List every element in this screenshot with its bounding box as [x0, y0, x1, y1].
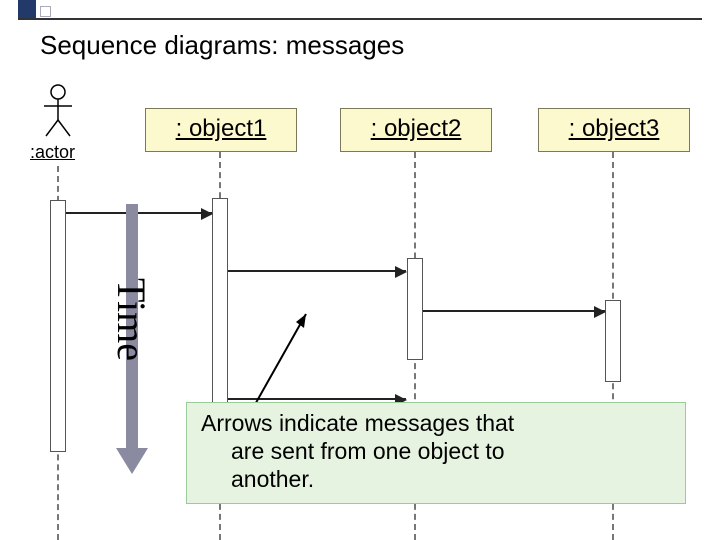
actor-label: :actor	[30, 142, 75, 163]
object-header-3: : object3	[538, 108, 690, 152]
arrowhead-icon	[395, 266, 407, 278]
activation-actor	[50, 200, 66, 452]
message-object2-to-object3	[423, 310, 605, 312]
message-actor-to-object1	[66, 212, 212, 214]
slide-canvas: Sequence diagrams: messages :actor : obj…	[0, 0, 720, 540]
object-header-2: : object2	[340, 108, 492, 152]
slide-top-rule	[18, 4, 702, 20]
hollow-square-icon	[40, 6, 51, 17]
caption-line1: Arrows indicate messages that	[201, 409, 671, 437]
activation-object3	[605, 300, 621, 382]
activation-object2	[407, 258, 423, 360]
time-arrow-head-icon	[116, 448, 148, 474]
object-header-1: : object1	[145, 108, 297, 152]
arrowhead-icon	[201, 208, 213, 220]
caption-line3: another.	[201, 465, 671, 493]
message-object1-to-object2	[228, 270, 406, 272]
annotation-caption: Arrows indicate messages that are sent f…	[186, 402, 686, 504]
activation-object1	[212, 198, 228, 420]
caption-line2: are sent from one object to	[201, 437, 671, 465]
page-title: Sequence diagrams: messages	[40, 30, 404, 61]
navy-square-icon	[18, 0, 36, 18]
actor-icon	[38, 84, 78, 140]
arrowhead-icon	[594, 306, 606, 318]
time-axis-label: Time	[108, 278, 155, 361]
